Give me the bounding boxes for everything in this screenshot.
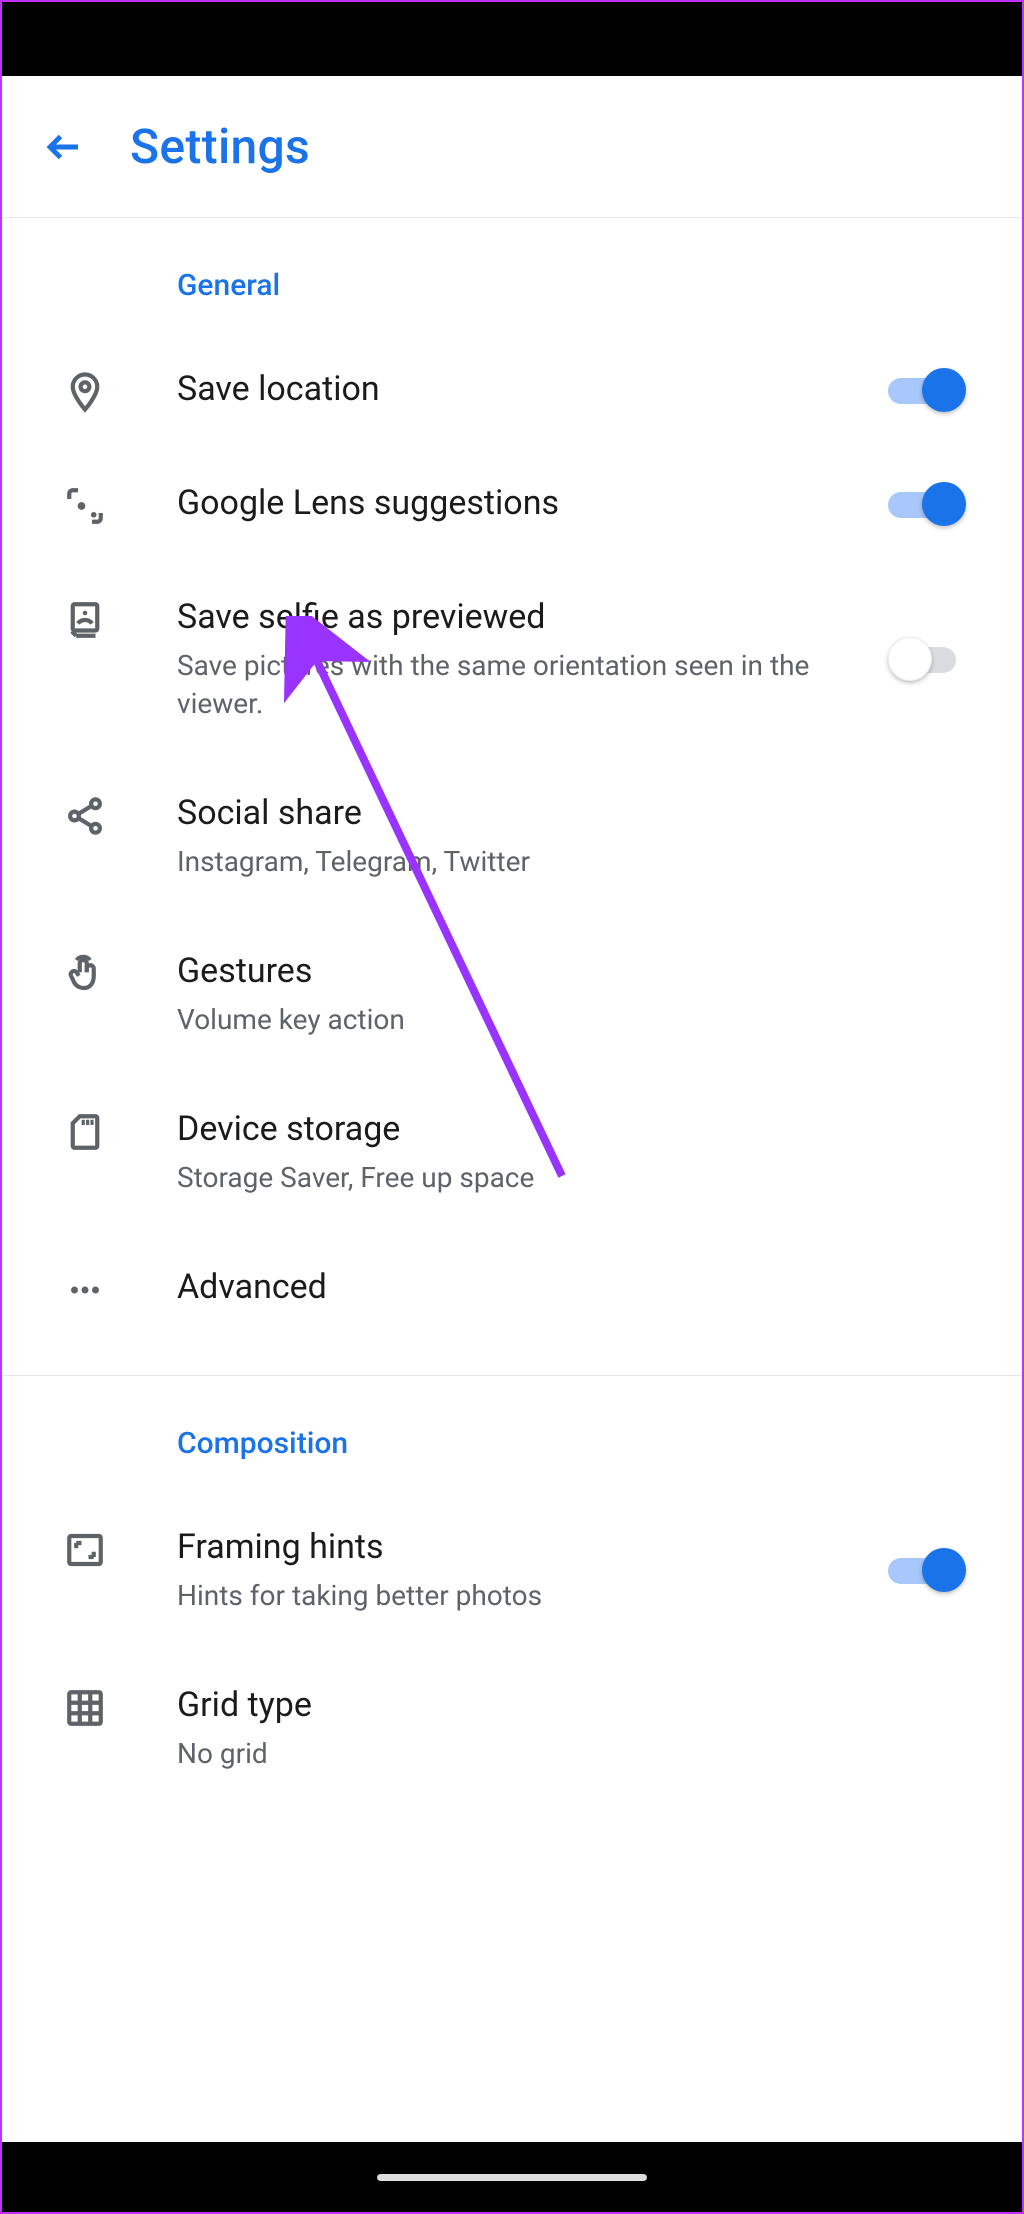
row-title: Advanced [177, 1265, 852, 1309]
row-title: Gestures [177, 949, 852, 993]
page-title: Settings [130, 118, 310, 175]
row-title: Device storage [177, 1107, 852, 1151]
row-title: Save selfie as previewed [177, 595, 852, 639]
row-subtitle: Save pictures with the same orientation … [177, 647, 852, 723]
toggle-save-location[interactable] [888, 368, 966, 412]
grid-icon [64, 1687, 106, 1729]
arrow-left-icon [43, 126, 85, 168]
google-lens-icon [64, 485, 106, 527]
toggle-framing-hints[interactable] [888, 1548, 966, 1592]
sd-card-icon [64, 1111, 106, 1153]
row-title: Save location [177, 367, 852, 411]
row-subtitle: Storage Saver, Free up space [177, 1159, 852, 1197]
row-save-selfie[interactable]: Save selfie as previewed Save pictures w… [2, 561, 1022, 757]
section-general: General Save location [2, 218, 1022, 1376]
row-subtitle: Hints for taking better photos [177, 1577, 852, 1615]
row-title: Grid type [177, 1683, 852, 1727]
row-device-storage[interactable]: Device storage Storage Saver, Free up sp… [2, 1073, 1022, 1231]
row-save-location[interactable]: Save location [2, 333, 1022, 447]
share-icon [64, 795, 106, 837]
nav-pill[interactable] [377, 2174, 647, 2181]
back-button[interactable] [34, 117, 94, 177]
row-title: Social share [177, 791, 852, 835]
device-frame: Settings General Save location [0, 0, 1024, 2214]
location-pin-icon [64, 371, 106, 413]
row-subtitle: No grid [177, 1735, 852, 1773]
row-subtitle: Volume key action [177, 1001, 852, 1039]
touch-gesture-icon [64, 953, 106, 995]
row-gestures[interactable]: Gestures Volume key action [2, 915, 1022, 1073]
status-bar [2, 2, 1022, 76]
selfie-flip-icon [64, 599, 106, 641]
android-nav-bar [2, 2142, 1022, 2212]
toggle-google-lens[interactable] [888, 482, 966, 526]
section-header-composition: Composition [2, 1376, 1022, 1491]
row-title: Framing hints [177, 1525, 852, 1569]
row-title: Google Lens suggestions [177, 481, 852, 525]
row-advanced[interactable]: Advanced [2, 1231, 1022, 1345]
row-grid-type[interactable]: Grid type No grid [2, 1649, 1022, 1807]
row-social-share[interactable]: Social share Instagram, Telegram, Twitte… [2, 757, 1022, 915]
app-header: Settings [2, 76, 1022, 218]
section-composition: Composition Framing hints Hints for taki… [2, 1376, 1022, 1837]
more-dots-icon [64, 1269, 106, 1311]
framing-hints-icon [64, 1529, 106, 1571]
toggle-save-selfie[interactable] [888, 637, 966, 681]
row-framing-hints[interactable]: Framing hints Hints for taking better ph… [2, 1491, 1022, 1649]
row-google-lens[interactable]: Google Lens suggestions [2, 447, 1022, 561]
section-header-general: General [2, 218, 1022, 333]
app-screen: Settings General Save location [2, 76, 1022, 2142]
row-subtitle: Instagram, Telegram, Twitter [177, 843, 852, 881]
